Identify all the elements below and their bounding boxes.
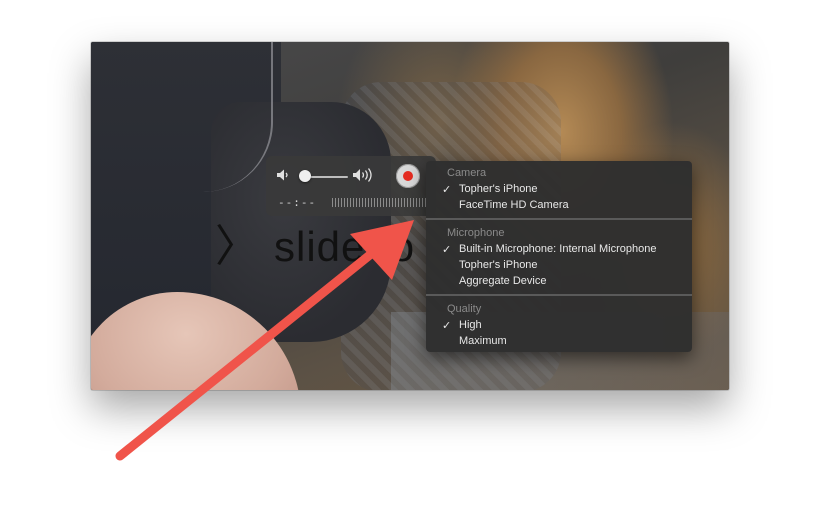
- menu-header-microphone: Microphone: [447, 227, 505, 239]
- slide-to-unlock-text: 〉 slide to: [215, 210, 415, 274]
- menu-item-camera-facetime[interactable]: FaceTime HD Camera: [459, 199, 569, 211]
- speaker-low-icon[interactable]: [276, 168, 290, 182]
- menu-item-mic-aggregate[interactable]: Aggregate Device: [459, 275, 546, 287]
- menu-item-quality-high[interactable]: High: [459, 319, 482, 331]
- checkmark-icon: ✓: [442, 184, 452, 196]
- audio-level-meter: [332, 198, 428, 207]
- recording-options-menu: Camera ✓ Topher's iPhone FaceTime HD Cam…: [426, 161, 692, 352]
- menu-header-quality: Quality: [447, 303, 482, 315]
- recording-controls: --:--: [266, 156, 436, 216]
- menu-separator: [426, 294, 692, 296]
- volume-slider-knob[interactable]: [299, 170, 311, 182]
- menu-separator: [426, 218, 692, 220]
- slide-to-label: slide to: [274, 223, 416, 270]
- checkmark-icon: ✓: [442, 244, 452, 256]
- menu-item-quality-maximum[interactable]: Maximum: [459, 335, 507, 347]
- menu-header-camera: Camera: [447, 167, 487, 179]
- speaker-high-icon[interactable]: [352, 167, 374, 183]
- record-icon: [403, 171, 413, 181]
- menu-item-mic-builtin[interactable]: Built-in Microphone: Internal Microphone: [459, 243, 657, 255]
- chevron-right-icon: 〉: [215, 222, 260, 271]
- menu-item-camera-iphone[interactable]: Topher's iPhone: [459, 183, 538, 195]
- recording-time: --:--: [278, 196, 317, 209]
- record-button[interactable]: [396, 164, 420, 188]
- checkmark-icon: ✓: [442, 320, 452, 332]
- menu-item-mic-iphone[interactable]: Topher's iPhone: [459, 259, 538, 271]
